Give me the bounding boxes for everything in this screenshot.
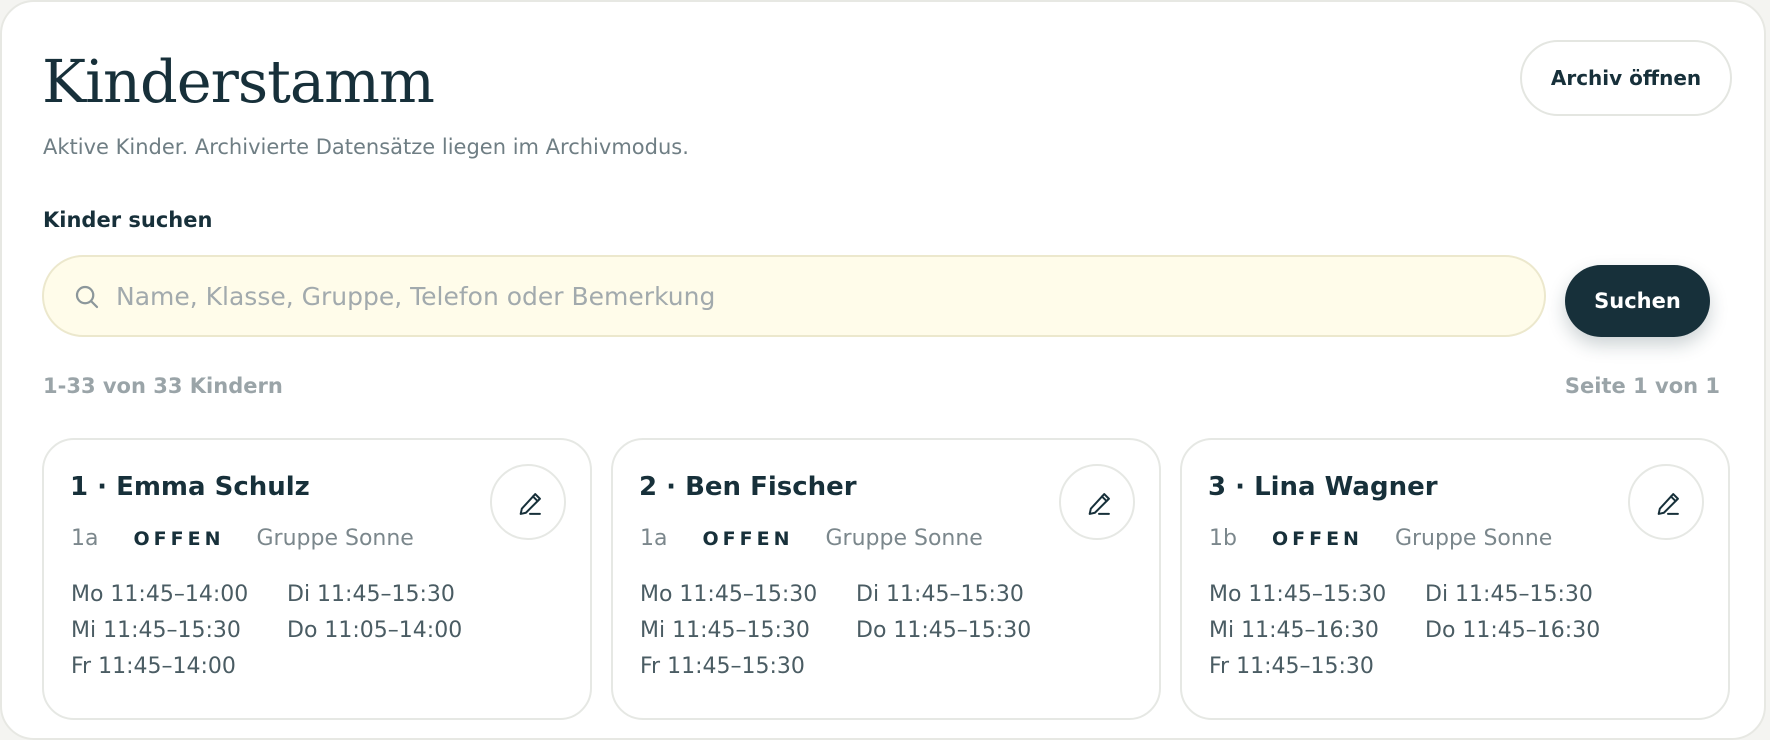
status-badge: OFFEN	[1271, 528, 1363, 550]
care-times: Mo 11:45–14:00 Di 11:45–15:30 Mi 11:45–1…	[71, 584, 541, 678]
pencil-icon	[1088, 493, 1110, 515]
care-times: Mo 11:45–15:30 Di 11:45–15:30 Mi 11:45–1…	[640, 584, 1110, 678]
care-times: Mo 11:45–15:30 Di 11:45–15:30 Mi 11:45–1…	[1209, 584, 1679, 678]
page-subtitle: Aktive Kinder. Archivierte Datensätze li…	[43, 135, 689, 159]
search-field[interactable]	[42, 255, 1546, 337]
edit-child-button[interactable]	[490, 464, 566, 540]
child-meta: 1a OFFEN Gruppe Sonne	[71, 528, 414, 550]
search-label: Kinder suchen	[43, 208, 213, 232]
child-name: 2 · Ben Fischer	[639, 472, 857, 502]
edit-child-button[interactable]	[1059, 464, 1135, 540]
child-name: 1 · Emma Schulz	[70, 472, 310, 502]
child-class: 1a	[640, 526, 668, 551]
care-time-di: Di 11:45–15:30	[287, 582, 455, 607]
child-meta: 1a OFFEN Gruppe Sonne	[640, 528, 983, 550]
child-card: 2 · Ben Fischer 1a OFFEN Gruppe Sonne Mo 1…	[611, 438, 1161, 720]
children-master-panel: Kinderstamm Aktive Kinder. Archivierte D…	[0, 0, 1766, 740]
care-time-fr: Fr 11:45–14:00	[71, 654, 236, 679]
search-input[interactable]	[116, 257, 1516, 335]
care-time-fr: Fr 11:45–15:30	[1209, 654, 1374, 679]
care-time-do: Do 11:45–15:30	[856, 618, 1032, 643]
pencil-icon	[1657, 493, 1679, 515]
child-class: 1a	[71, 526, 99, 551]
child-card: 1 · Emma Schulz 1a OFFEN Gruppe Sonne Mo 1…	[42, 438, 592, 720]
child-card: 3 · Lina Wagner 1b OFFEN Gruppe Sonne Mo 1…	[1180, 438, 1730, 720]
search-icon	[75, 285, 99, 309]
search-button[interactable]: Suchen	[1565, 265, 1710, 337]
child-class: 1b	[1209, 526, 1237, 551]
care-time-fr: Fr 11:45–15:30	[640, 654, 805, 679]
child-name: 3 · Lina Wagner	[1208, 472, 1438, 502]
result-count: 1-33 von 33 Kindern	[43, 374, 283, 398]
care-time-mo: Mo 11:45–15:30	[640, 582, 818, 607]
care-time-mi: Mi 11:45–15:30	[71, 618, 241, 643]
status-badge: OFFEN	[133, 528, 225, 550]
open-archive-button[interactable]: Archiv öffnen	[1520, 40, 1732, 116]
pencil-icon	[519, 493, 541, 515]
care-time-do: Do 11:45–16:30	[1425, 618, 1601, 643]
child-group: Gruppe Sonne	[825, 526, 983, 551]
page-indicator: Seite 1 von 1	[1564, 374, 1720, 398]
care-time-mo: Mo 11:45–14:00	[71, 582, 249, 607]
page-title: Kinderstamm	[42, 47, 435, 116]
edit-child-button[interactable]	[1628, 464, 1704, 540]
care-time-mo: Mo 11:45–15:30	[1209, 582, 1387, 607]
care-time-mi: Mi 11:45–15:30	[640, 618, 810, 643]
care-time-di: Di 11:45–15:30	[856, 582, 1024, 607]
child-group: Gruppe Sonne	[256, 526, 414, 551]
care-time-mi: Mi 11:45–16:30	[1209, 618, 1379, 643]
child-meta: 1b OFFEN Gruppe Sonne	[1209, 528, 1552, 550]
child-group: Gruppe Sonne	[1394, 526, 1553, 551]
care-time-do: Do 11:05–14:00	[287, 618, 463, 643]
care-time-di: Di 11:45–15:30	[1425, 582, 1593, 607]
status-badge: OFFEN	[702, 528, 794, 550]
